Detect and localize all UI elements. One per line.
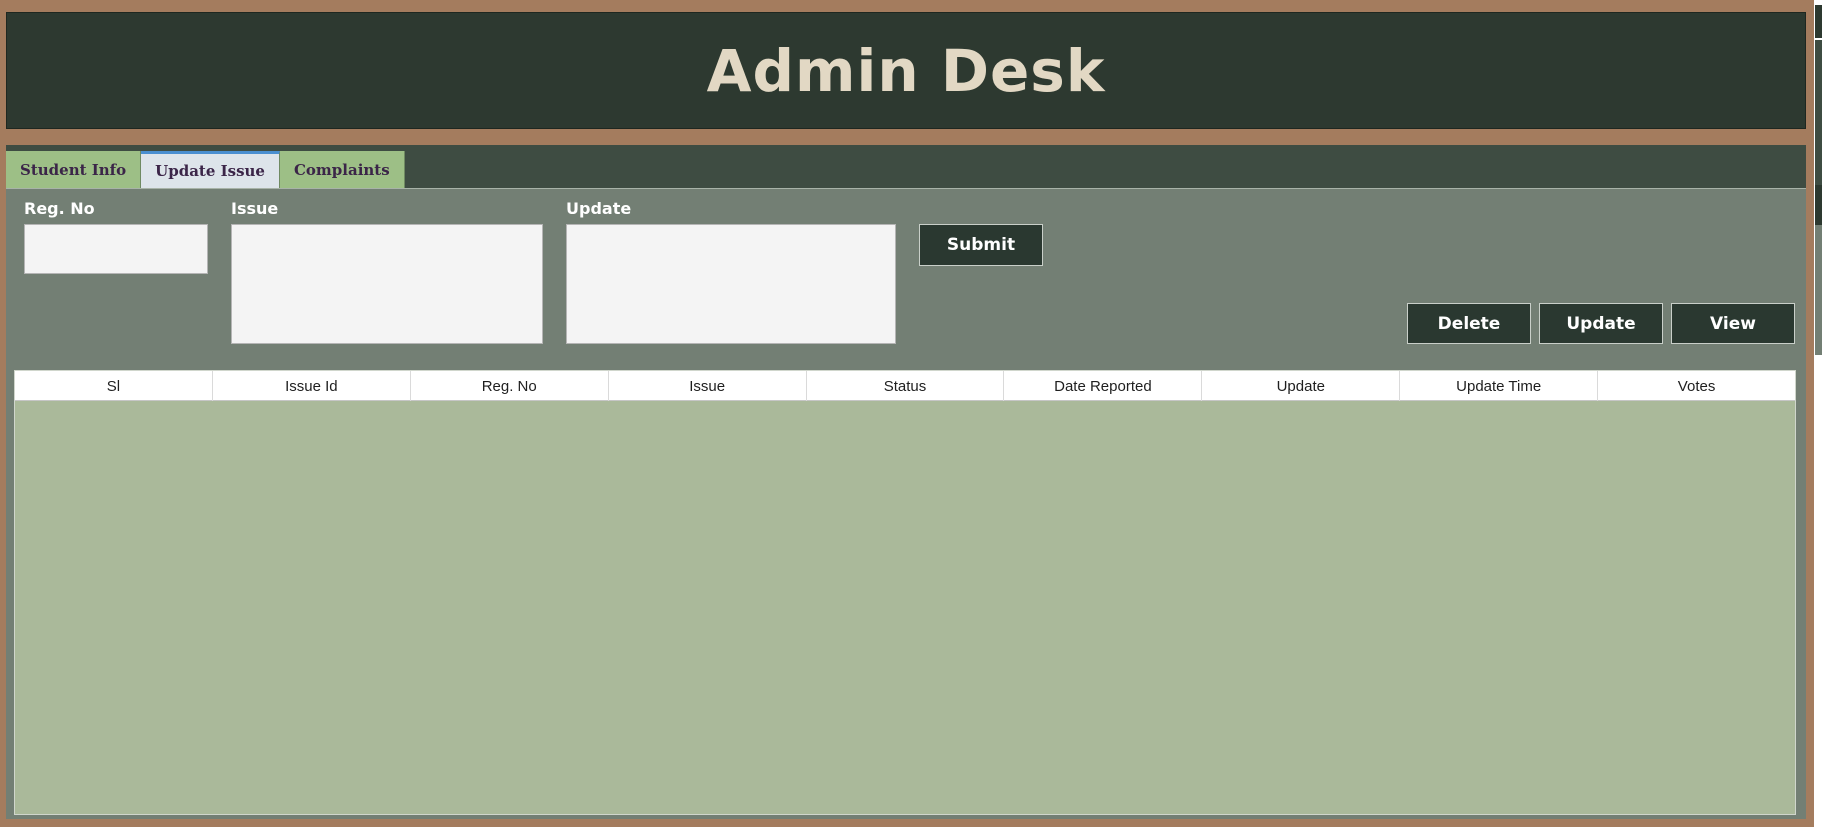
app-header: Admin Desk <box>6 12 1806 129</box>
admin-desk-window: Admin Desk Student Info Update Issue Com… <box>0 0 1814 827</box>
column-header-reg-no[interactable]: Reg. No <box>411 371 609 401</box>
submit-button[interactable]: Submit <box>919 224 1043 266</box>
update-textarea[interactable] <box>566 224 896 344</box>
column-header-votes[interactable]: Votes <box>1598 371 1795 401</box>
issue-label: Issue <box>231 199 279 218</box>
tab-complaints[interactable]: Complaints <box>279 151 405 188</box>
update-issue-panel: Reg. No Issue Update Submit Delete Updat… <box>6 188 1806 819</box>
column-header-update-time[interactable]: Update Time <box>1400 371 1599 401</box>
column-header-update[interactable]: Update <box>1202 371 1401 401</box>
update-button[interactable]: Update <box>1539 303 1663 344</box>
tab-notebook: Student Info Update Issue Complaints Reg… <box>6 145 1806 819</box>
issues-table[interactable]: Sl Issue Id Reg. No Issue Status Date Re… <box>14 370 1796 815</box>
background-window-strip <box>1815 225 1822 355</box>
reg-no-input[interactable] <box>24 224 208 274</box>
app-title: Admin Desk <box>706 36 1106 105</box>
column-header-issue-id[interactable]: Issue Id <box>213 371 411 401</box>
column-header-status[interactable]: Status <box>807 371 1005 401</box>
tab-update-issue[interactable]: Update Issue <box>141 151 280 188</box>
column-header-date-reported[interactable]: Date Reported <box>1004 371 1203 401</box>
issue-textarea[interactable] <box>231 224 543 344</box>
background-window-strip <box>1815 185 1822 225</box>
background-window-strip <box>1815 40 1822 185</box>
delete-button[interactable]: Delete <box>1407 303 1531 344</box>
background-window-strip <box>1815 5 1822 38</box>
tab-bar: Student Info Update Issue Complaints <box>6 151 405 188</box>
update-label: Update <box>566 199 632 218</box>
column-header-sl[interactable]: Sl <box>15 371 213 401</box>
column-header-issue[interactable]: Issue <box>609 371 807 401</box>
view-button[interactable]: View <box>1671 303 1795 344</box>
reg-no-label: Reg. No <box>24 199 95 218</box>
issues-table-header: Sl Issue Id Reg. No Issue Status Date Re… <box>15 371 1795 401</box>
tab-student-info[interactable]: Student Info <box>6 151 142 188</box>
